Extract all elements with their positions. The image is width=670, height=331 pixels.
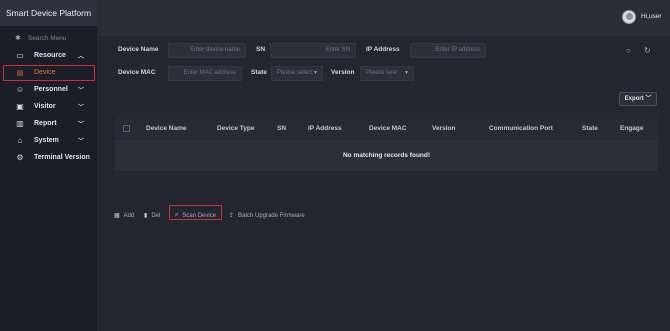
- sidebar-item-terminal-version[interactable]: ⚙ Terminal Version: [0, 149, 97, 166]
- add-icon: ▦: [114, 213, 120, 219]
- add-button[interactable]: ▦ Add: [114, 212, 135, 220]
- column-device-type[interactable]: Device Type: [217, 116, 254, 141]
- chevron-down-icon: ﹀: [78, 105, 85, 111]
- state-select[interactable]: Please select ▼: [271, 66, 323, 81]
- select-all-checkbox[interactable]: [123, 125, 130, 132]
- report-icon: ▥: [16, 119, 24, 128]
- search-icon[interactable]: ○: [626, 46, 631, 55]
- export-button-label: Export: [624, 96, 644, 102]
- ip-address-label: IP Address: [366, 46, 400, 53]
- device-mac-label: Device MAC: [118, 69, 156, 76]
- empty-table-message: No matching records found!: [115, 141, 658, 171]
- personnel-icon: ☺: [15, 85, 25, 94]
- search-menu[interactable]: ✱ Search Menu: [0, 29, 97, 47]
- search-menu-icon: ✱: [15, 35, 21, 42]
- chevron-down-icon: ﹀: [78, 139, 85, 145]
- sidebar-item-label: Visitor: [34, 103, 56, 110]
- column-ip-address[interactable]: IP Address: [308, 116, 342, 141]
- export-button[interactable]: Export ﹀: [619, 92, 657, 106]
- chevron-up-icon: ︿: [78, 54, 85, 60]
- sidebar-item-label: Report: [34, 120, 57, 127]
- chevron-down-icon: ▼: [313, 70, 318, 76]
- sidebar-item-report[interactable]: ▥ Report ﹀: [0, 115, 97, 132]
- chevron-down-icon: ﹀: [78, 88, 85, 94]
- sidebar-item-personnel[interactable]: ☺ Personnel ﹀: [0, 81, 97, 98]
- delete-button[interactable]: ▮ Del: [144, 212, 161, 220]
- visitor-icon: ▣: [16, 102, 24, 111]
- version-select[interactable]: Please sele ▼: [360, 66, 414, 81]
- top-header: Hi,user: [98, 0, 670, 36]
- sidebar-item-label: System: [34, 137, 59, 144]
- sn-input[interactable]: Enter SN: [270, 43, 356, 58]
- device-highlight-box: [3, 65, 95, 81]
- device-name-label: Device Name: [118, 46, 159, 53]
- sidebar-item-device[interactable]: ▤ Device: [0, 64, 97, 81]
- search-menu-label: Search Menu: [27, 34, 67, 42]
- sidebar-item-resource[interactable]: ▭ Resource ︿: [0, 47, 97, 64]
- scan-device-highlight-box: [169, 205, 222, 220]
- delete-button-label: Del: [151, 212, 161, 219]
- app-title: Smart Device Platform: [0, 0, 97, 26]
- column-version[interactable]: Version: [432, 116, 455, 141]
- column-state[interactable]: State: [582, 116, 598, 141]
- upload-icon: ⇪: [229, 213, 235, 219]
- column-engage[interactable]: Engage: [620, 116, 643, 141]
- column-sn[interactable]: SN: [277, 116, 286, 141]
- column-communication-port[interactable]: Communication Port: [489, 116, 553, 141]
- sidebar-item-system[interactable]: ⌂ System ﹀: [0, 132, 97, 149]
- batch-upgrade-firmware-button[interactable]: ⇪ Batch Upgrade Firmware: [229, 212, 305, 220]
- column-device-mac[interactable]: Device MAC: [369, 116, 407, 141]
- chevron-down-icon: ﹀: [78, 122, 85, 128]
- table-header: Device Name Device Type SN IP Address De…: [115, 116, 658, 141]
- username-menu[interactable]: Hi,user: [641, 13, 662, 20]
- state-label: State: [251, 69, 267, 76]
- version-label: Version: [331, 69, 355, 76]
- trash-icon: ▮: [144, 213, 148, 219]
- main-panel: Device Name Enter device name SN Enter S…: [98, 36, 670, 331]
- sidebar-item-label: Resource: [34, 52, 66, 59]
- refresh-icon[interactable]: ↻: [644, 46, 651, 55]
- column-device-name[interactable]: Device Name: [146, 116, 186, 141]
- batch-upgrade-firmware-button-label: Batch Upgrade Firmware: [238, 212, 305, 219]
- sn-label: SN: [256, 46, 266, 53]
- sidebar: Smart Device Platform ✱ Search Menu ▭ Re…: [0, 0, 98, 331]
- chevron-down-icon: ▼: [404, 70, 409, 76]
- device-name-input[interactable]: Enter device name: [168, 43, 246, 58]
- folder-icon: ▭: [16, 51, 24, 60]
- add-button-label: Add: [123, 212, 135, 219]
- state-select-value: Please select: [277, 70, 313, 76]
- avatar[interactable]: [622, 10, 636, 24]
- sidebar-item-label: Terminal Version: [34, 154, 90, 161]
- terminal-version-icon: ⚙: [16, 153, 24, 162]
- ip-address-input[interactable]: Enter IP address: [410, 43, 486, 58]
- chevron-down-icon: ﹀: [645, 96, 652, 102]
- sidebar-item-label: Personnel: [34, 86, 68, 93]
- sidebar-item-visitor[interactable]: ▣ Visitor ﹀: [0, 98, 97, 115]
- device-mac-input[interactable]: Enter MAC address: [168, 66, 242, 81]
- version-select-value: Please sele: [366, 70, 398, 76]
- system-icon: ⌂: [17, 136, 23, 145]
